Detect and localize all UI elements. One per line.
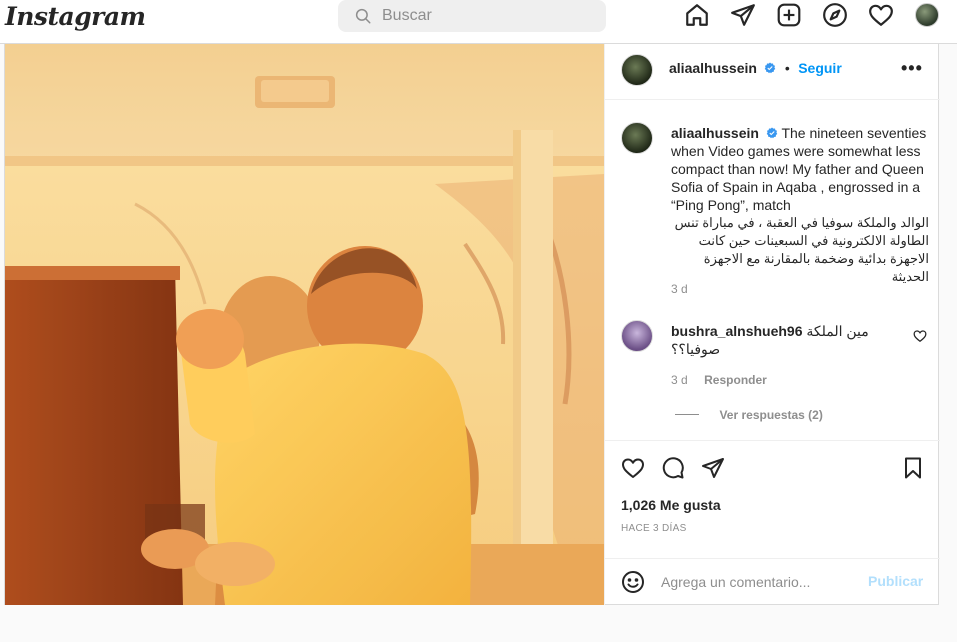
caption-author-avatar[interactable] bbox=[621, 122, 653, 154]
post-sidebar: aliaalhussein • Seguir ••• aliaalhussein… bbox=[604, 44, 940, 605]
more-options-icon[interactable]: ••• bbox=[901, 58, 923, 79]
caption-time[interactable]: 3 d bbox=[671, 282, 688, 296]
activity-heart-icon[interactable] bbox=[868, 2, 894, 28]
add-comment-bar: Publicar bbox=[605, 558, 940, 605]
new-post-icon[interactable] bbox=[776, 2, 802, 28]
follow-button[interactable]: Seguir bbox=[798, 60, 842, 76]
comment-input[interactable] bbox=[661, 571, 861, 593]
share-icon[interactable] bbox=[701, 456, 725, 480]
replies-divider-line bbox=[675, 414, 699, 416]
comment-bubble-icon[interactable] bbox=[661, 456, 685, 480]
comment-username[interactable]: bushra_alnshueh96 bbox=[671, 323, 803, 339]
search-icon bbox=[355, 8, 371, 24]
post-photo[interactable] bbox=[5, 44, 604, 605]
top-navigation-bar: Instagram bbox=[0, 0, 957, 44]
direct-icon[interactable] bbox=[730, 2, 756, 28]
post-header: aliaalhussein • Seguir ••• bbox=[605, 44, 940, 100]
search-input[interactable] bbox=[382, 4, 592, 28]
profile-avatar[interactable] bbox=[915, 3, 939, 27]
photo-image bbox=[5, 44, 604, 605]
verified-badge-icon bbox=[766, 127, 778, 139]
post-actions: 1,026 Me gusta HACE 3 DÍAS bbox=[605, 440, 940, 560]
likes-count[interactable]: 1,026 Me gusta bbox=[621, 497, 721, 513]
author-avatar[interactable] bbox=[621, 54, 653, 86]
like-heart-icon[interactable] bbox=[621, 456, 645, 480]
author-username[interactable]: aliaalhussein bbox=[669, 60, 757, 76]
caption-username[interactable]: aliaalhussein bbox=[671, 125, 759, 141]
view-replies-row[interactable]: Ver respuestas (2) bbox=[675, 406, 823, 424]
comment-meta: 3 d Responder bbox=[671, 371, 767, 389]
caption-text: aliaalhussein The nineteen seventies whe… bbox=[671, 124, 929, 214]
verified-badge-icon bbox=[765, 62, 776, 74]
commenter-avatar[interactable] bbox=[621, 320, 653, 352]
view-replies-button[interactable]: Ver respuestas (2) bbox=[719, 408, 822, 422]
posted-time[interactable]: HACE 3 DÍAS bbox=[621, 523, 687, 534]
search-box[interactable] bbox=[338, 0, 606, 32]
author-line: aliaalhussein • Seguir bbox=[669, 60, 842, 78]
comment-like-heart-icon[interactable] bbox=[913, 329, 927, 343]
separator-dot: • bbox=[784, 60, 790, 76]
save-bookmark-icon[interactable] bbox=[901, 456, 925, 480]
publish-button[interactable]: Publicar bbox=[868, 573, 923, 589]
caption-text-ar: الوالد والملكة سوفيا في العقبة ، في مبار… bbox=[674, 215, 929, 284]
emoji-icon[interactable] bbox=[621, 570, 645, 594]
reply-button[interactable]: Responder bbox=[704, 373, 767, 387]
explore-icon[interactable] bbox=[822, 2, 848, 28]
instagram-logo[interactable]: Instagram bbox=[5, 2, 146, 31]
post-card: aliaalhussein • Seguir ••• aliaalhussein… bbox=[4, 44, 940, 605]
comment-body: bushra_alnshueh96 مين الملكة صوفيا؟؟ bbox=[671, 322, 907, 358]
comment-time[interactable]: 3 d bbox=[671, 373, 688, 387]
home-icon[interactable] bbox=[684, 2, 710, 28]
